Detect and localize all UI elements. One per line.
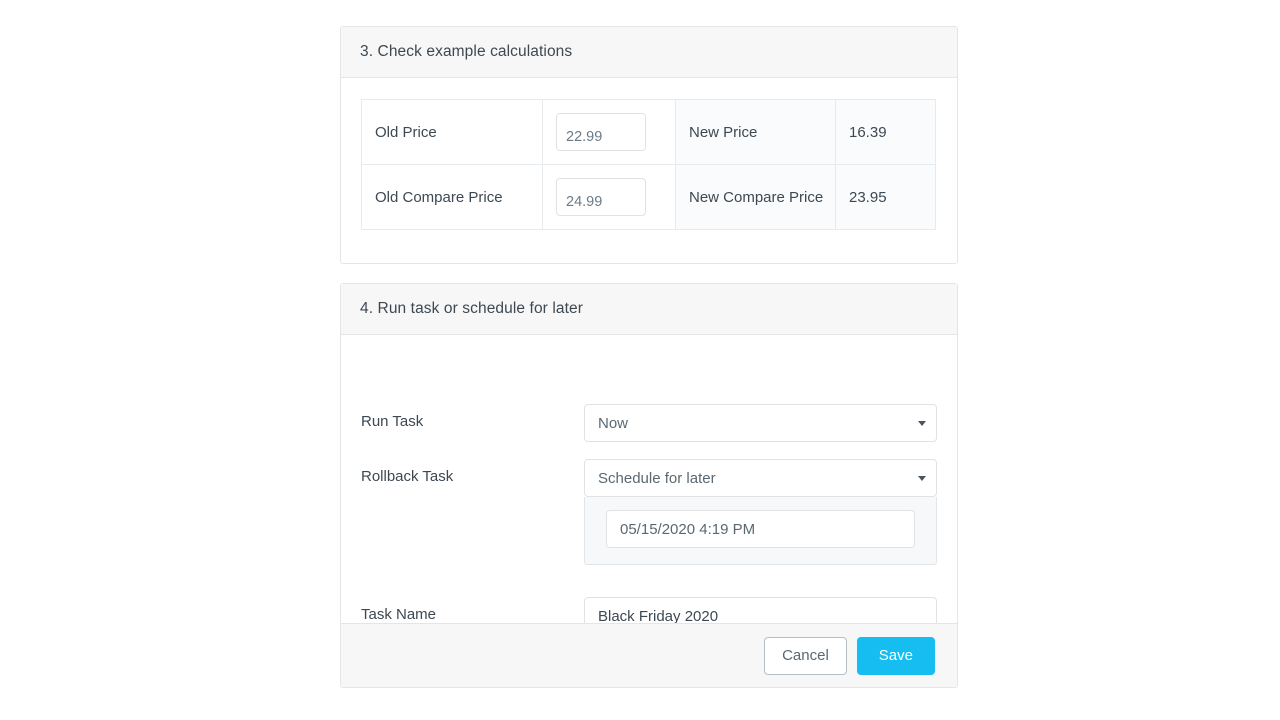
run-task-control: Now	[584, 404, 937, 442]
cell-old-compare-price-label: Old Compare Price	[362, 165, 543, 230]
card-run-task-or-schedule: 4. Run task or schedule for later Run Ta…	[340, 283, 958, 688]
table-row: Old Price New Price 16.39	[362, 100, 936, 165]
rollback-task-selected-value: Schedule for later	[598, 470, 716, 487]
card-footer-schedule: Cancel Save	[341, 623, 957, 687]
cell-new-price-label: New Price	[676, 100, 836, 165]
chevron-down-icon	[918, 476, 926, 481]
run-task-selected-value: Now	[598, 415, 628, 432]
run-task-label: Run Task	[361, 413, 423, 430]
card-title-schedule: 4. Run task or schedule for later	[360, 300, 583, 318]
card-header-calculations: 3. Check example calculations	[341, 27, 957, 78]
card-title-calculations: 3. Check example calculations	[360, 43, 572, 61]
cell-new-price-value: 16.39	[836, 100, 936, 165]
card-check-example-calculations: 3. Check example calculations Old Price …	[340, 26, 958, 264]
save-button[interactable]: Save	[857, 637, 935, 675]
rollback-task-select[interactable]: Schedule for later	[584, 459, 937, 497]
cell-old-price-label: Old Price	[362, 100, 543, 165]
card-body-calculations: Old Price New Price 16.39 Old Compare Pr…	[341, 78, 957, 250]
table-row: Old Compare Price New Compare Price 23.9…	[362, 165, 936, 230]
cancel-button[interactable]: Cancel	[764, 637, 847, 675]
cell-old-price-input	[543, 100, 676, 165]
rollback-datetime-input[interactable]	[606, 510, 915, 548]
rollback-task-control: Schedule for later	[584, 459, 937, 565]
old-price-input[interactable]	[556, 113, 646, 151]
chevron-down-icon	[918, 421, 926, 426]
cell-new-compare-price-label: New Compare Price	[676, 165, 836, 230]
calculations-table: Old Price New Price 16.39 Old Compare Pr…	[361, 99, 936, 230]
cell-new-compare-price-value: 23.95	[836, 165, 936, 230]
page-root: 3. Check example calculations Old Price …	[0, 0, 1280, 720]
rollback-task-label: Rollback Task	[361, 468, 453, 485]
task-name-label: Task Name	[361, 606, 436, 623]
run-task-select[interactable]: Now	[584, 404, 937, 442]
rollback-schedule-panel	[584, 497, 937, 565]
card-header-schedule: 4. Run task or schedule for later	[341, 284, 957, 335]
old-compare-price-input[interactable]	[556, 178, 646, 216]
cell-old-compare-price-input	[543, 165, 676, 230]
